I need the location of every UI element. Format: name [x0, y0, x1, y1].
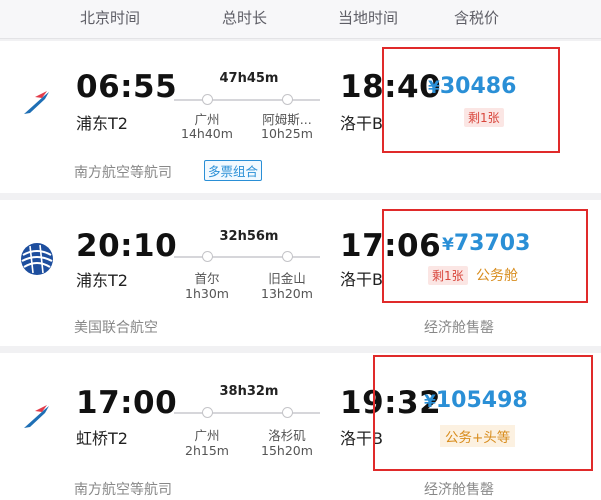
economy-sold-out-note: 经济舱售罄: [424, 482, 494, 498]
stop-city: 旧金山: [268, 271, 306, 286]
china-southern-logo-icon: [20, 401, 54, 435]
red-highlight-box: [382, 47, 560, 153]
stop-layover: 10h25m: [261, 126, 313, 141]
departure-time: 06:55: [76, 69, 178, 105]
china-southern-logo-icon: [20, 87, 54, 121]
route-line: [174, 99, 320, 101]
header-total-duration: 总时长: [222, 9, 268, 27]
stop-layover: 1h30m: [185, 286, 229, 301]
header-local-time: 当地时间: [338, 9, 399, 27]
stop-city: 广州: [194, 428, 220, 443]
flight-card[interactable]: 06:55 浦东T2 47h45m 广州 14h40m 阿姆斯... 10h25…: [0, 41, 601, 193]
stop-dot: [282, 251, 293, 262]
economy-sold-out-note: 经济舱售罄: [424, 320, 494, 336]
airline-name: 南方航空等航司: [74, 165, 172, 181]
arrival-terminal: 洛干B: [340, 270, 383, 289]
stop-dot: [202, 94, 213, 105]
departure-time: 20:10: [76, 228, 178, 264]
departure-time: 17:00: [76, 385, 178, 421]
total-duration: 47h45m: [219, 71, 279, 86]
stop-dot: [202, 251, 213, 262]
stop-layover: 13h20m: [261, 286, 313, 301]
route-line: [174, 256, 320, 258]
stop-dot: [282, 94, 293, 105]
multi-ticket-combo-badge: 多票组合: [204, 160, 263, 181]
flight-card[interactable]: 17:00 虹桥T2 38h32m 广州 2h15m 洛杉矶 15h20m 19…: [0, 353, 601, 500]
route-line: [174, 412, 320, 414]
red-highlight-box: [373, 355, 593, 471]
arrival-terminal: 洛干B: [340, 114, 383, 133]
flight-card[interactable]: 20:10 浦东T2 32h56m 首尔 1h30m 旧金山 13h20m 17…: [0, 200, 601, 346]
departure-terminal: 虹桥T2: [76, 429, 128, 448]
departure-terminal: 浦东T2: [76, 114, 128, 133]
total-duration: 32h56m: [219, 229, 279, 244]
header-beijing-time: 北京时间: [80, 9, 141, 27]
stop-layover: 15h20m: [261, 443, 313, 458]
red-highlight-box: [382, 209, 588, 303]
stop-layover: 2h15m: [185, 443, 229, 458]
header-price-incl-tax: 含税价: [454, 9, 500, 27]
stop-city: 洛杉矶: [268, 428, 306, 443]
stop-dot: [202, 407, 213, 418]
stop-city: 首尔: [194, 271, 220, 286]
column-header-bar: 北京时间 总时长 当地时间 含税价: [0, 0, 601, 39]
united-airlines-logo-icon: [21, 243, 53, 275]
airline-name: 南方航空等航司: [74, 482, 172, 498]
airline-name: 美国联合航空: [74, 320, 158, 336]
stop-dot: [282, 407, 293, 418]
departure-terminal: 浦东T2: [76, 271, 128, 290]
stop-layover: 14h40m: [181, 126, 233, 141]
total-duration: 38h32m: [219, 384, 279, 399]
